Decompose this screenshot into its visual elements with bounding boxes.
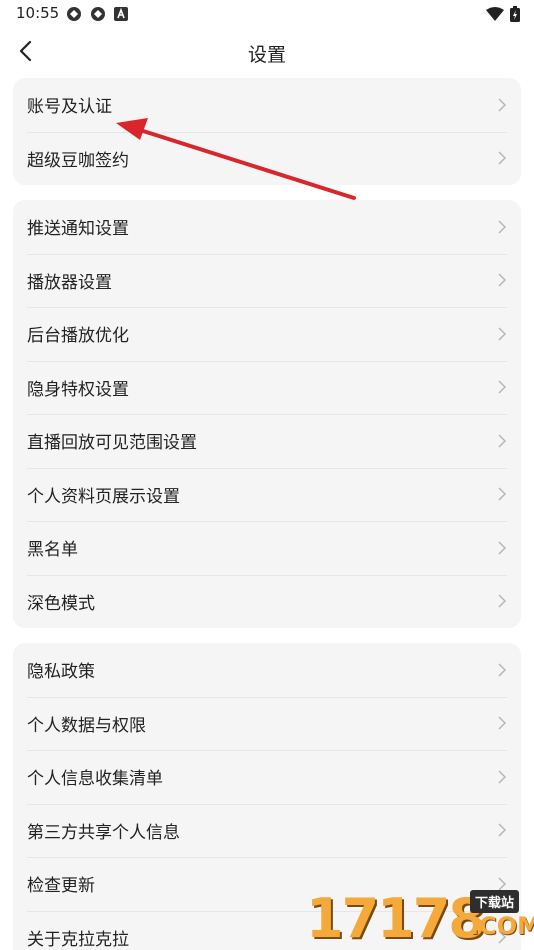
chevron-right-icon bbox=[498, 541, 506, 555]
settings-item-label: 黑名单 bbox=[27, 540, 78, 561]
watermark-com: .COM bbox=[470, 912, 534, 940]
settings-item-account-verification[interactable]: 账号及认证 bbox=[13, 78, 521, 132]
settings-item-label: 超级豆咖签约 bbox=[27, 150, 129, 171]
settings-item-live-replay-visibility[interactable]: 直播回放可见范围设置 bbox=[13, 414, 521, 468]
settings-item-privacy-policy[interactable]: 隐私政策 bbox=[13, 643, 521, 697]
chevron-right-icon bbox=[498, 594, 506, 608]
status-bar: 10:55 bbox=[0, 0, 534, 30]
watermark-digits: 17178 bbox=[306, 887, 486, 950]
settings-item-background-playback[interactable]: 后台播放优化 bbox=[13, 307, 521, 361]
settings-item-label: 深色模式 bbox=[27, 593, 95, 614]
settings-item-personal-data-permissions[interactable]: 个人数据与权限 bbox=[13, 696, 521, 751]
settings-item-third-party-sharing[interactable]: 第三方共享个人信息 bbox=[13, 803, 521, 858]
chevron-right-icon bbox=[498, 98, 506, 112]
settings-item-label: 隐身特权设置 bbox=[27, 379, 129, 400]
settings-group-account: 账号及认证 超级豆咖签约 bbox=[13, 78, 521, 185]
chevron-right-icon bbox=[498, 663, 506, 677]
settings-item-info-collection-list[interactable]: 个人信息收集清单 bbox=[13, 750, 521, 804]
settings-item-label: 后台播放优化 bbox=[27, 326, 129, 347]
settings-item-label: 播放器设置 bbox=[27, 272, 112, 293]
settings-item-dark-mode[interactable]: 深色模式 bbox=[13, 574, 521, 629]
settings-item-label: 直播回放可见范围设置 bbox=[27, 433, 197, 454]
settings-item-label: 个人信息收集清单 bbox=[27, 769, 163, 790]
settings-item-profile-display[interactable]: 个人资料页展示设置 bbox=[13, 467, 521, 522]
nav-bar: 设置 bbox=[0, 30, 534, 74]
watermark-logo: 17178 下载站 .COM bbox=[306, 884, 534, 950]
chevron-right-icon bbox=[498, 770, 506, 784]
chevron-right-icon bbox=[498, 487, 506, 501]
watermark-badge: 下载站 bbox=[470, 890, 520, 913]
wifi-icon bbox=[486, 7, 504, 21]
settings-item-label: 关于克拉克拉 bbox=[27, 929, 129, 950]
chevron-right-icon bbox=[498, 823, 506, 837]
settings-item-label: 个人资料页展示设置 bbox=[27, 486, 180, 507]
settings-item-label: 账号及认证 bbox=[27, 97, 112, 118]
chevron-right-icon bbox=[498, 380, 506, 394]
settings-item-invisible-privilege[interactable]: 隐身特权设置 bbox=[13, 360, 521, 415]
settings-item-label: 第三方共享个人信息 bbox=[27, 822, 180, 843]
status-icons-left bbox=[66, 6, 128, 22]
page-title: 设置 bbox=[247, 44, 286, 66]
chevron-right-icon bbox=[498, 327, 506, 341]
settings-item-super-douka[interactable]: 超级豆咖签约 bbox=[13, 131, 521, 186]
settings-item-label: 隐私政策 bbox=[27, 662, 95, 683]
status-time: 10:55 bbox=[16, 4, 60, 22]
sync-icon bbox=[91, 7, 105, 21]
settings-item-label: 推送通知设置 bbox=[27, 219, 129, 240]
chevron-right-icon bbox=[498, 273, 506, 287]
settings-item-push-notifications[interactable]: 推送通知设置 bbox=[13, 200, 521, 254]
a-badge-icon bbox=[114, 7, 128, 21]
battery-icon bbox=[510, 6, 520, 22]
sync-icon bbox=[67, 7, 81, 21]
settings-item-blacklist[interactable]: 黑名单 bbox=[13, 521, 521, 575]
chevron-right-icon bbox=[498, 434, 506, 448]
settings-group-preferences: 推送通知设置 播放器设置 后台播放优化 隐身特权设置 直播回放可见范围设置 个人… bbox=[13, 200, 521, 628]
settings-item-player[interactable]: 播放器设置 bbox=[13, 253, 521, 308]
settings-item-label: 检查更新 bbox=[27, 876, 95, 897]
chevron-right-icon bbox=[498, 220, 506, 234]
chevron-right-icon bbox=[498, 151, 506, 165]
settings-item-label: 个人数据与权限 bbox=[27, 715, 146, 736]
chevron-right-icon bbox=[498, 716, 506, 730]
status-icons-right bbox=[486, 6, 520, 22]
